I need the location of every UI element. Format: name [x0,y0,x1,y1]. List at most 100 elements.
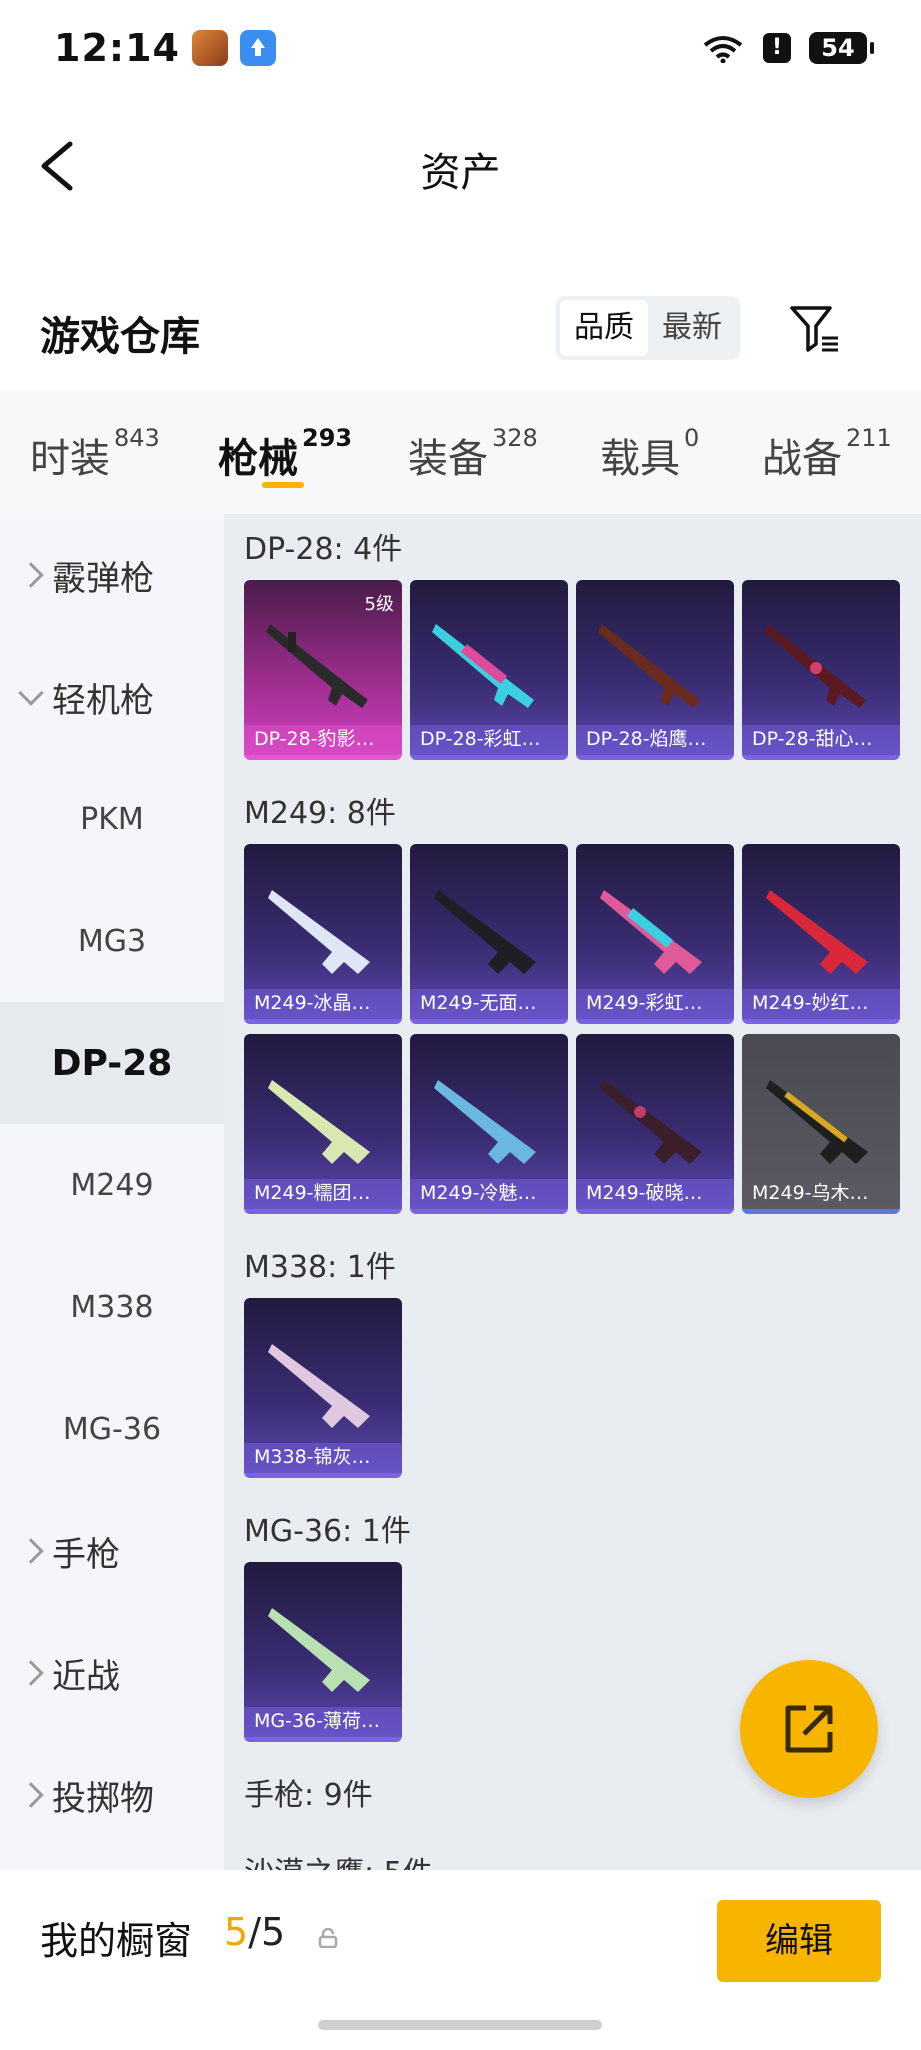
section-title: 手枪: 9件 [244,1778,373,1813]
item-name: DP-28-焰鹰… [576,725,734,755]
sidebar-item-pkm[interactable]: PKM [0,758,224,880]
item-name: M249-冷魅… [410,1179,568,1209]
sidebar-item-label: 投掷物 [52,1778,154,1819]
chevron-right-icon [18,1660,44,1686]
tab-label: 时装 [30,436,110,482]
gun-image [598,624,700,708]
wifi-icon [703,36,743,63]
chevron-right-icon [18,1782,44,1808]
upload-app-icon [239,30,276,66]
gun-image [268,1608,370,1692]
active-tab-indicator [262,482,304,488]
home-indicator[interactable] [318,2020,602,2030]
sidebar-item-label: 霰弹枪 [52,558,154,599]
sidebar-item-m338[interactable]: M338 [0,1246,224,1368]
status-bar: 12:14 ! 54 [0,0,921,96]
showcase-total: 5 [261,1910,286,1954]
showcase-current: 5 [224,1910,249,1954]
page-title: 资产 [420,150,501,196]
tab-count: 0 [684,424,700,452]
sidebar-item-mg36[interactable]: MG-36 [0,1368,224,1490]
gun-image [268,1344,370,1428]
sidebar-item-pistol[interactable]: 手枪 [0,1490,224,1612]
showcase-title: 我的橱窗 [40,1919,193,1963]
tab-tactical[interactable]: 战备 211 [762,424,892,484]
item-card[interactable]: DP-28-彩虹… [410,580,568,760]
chevron-right-icon [18,562,44,588]
tab-count: 293 [302,424,353,452]
item-name: M249-乌木… [742,1179,900,1209]
sidebar-item-mg3[interactable]: MG3 [0,880,224,1002]
sidebar-item-lmg[interactable]: 轻机枪 [0,636,224,758]
item-card[interactable]: M249-乌木… [742,1034,900,1214]
tab-label: 战备 [762,436,842,482]
section-title: MG-36: 1件 [244,1514,411,1549]
item-name: DP-28-豹影… [244,725,402,755]
battery-indicator: 54 [809,32,874,64]
sidebar-item-melee[interactable]: 近战 [0,1612,224,1734]
tab-label: 枪械 [218,436,298,482]
game-app-icon [191,30,228,66]
sidebar-item-shotgun[interactable]: 霰弹枪 [0,514,224,636]
section-title: M338: 1件 [244,1250,396,1285]
sidebar-item-label: 近战 [52,1656,120,1697]
item-name: MG-36-薄荷… [244,1707,402,1737]
showcase-bar: 我的橱窗 5/5 编辑 [0,1870,921,2010]
gun-image [766,1080,868,1164]
warehouse-title: 游戏仓库 [40,314,200,360]
gun-image [764,624,866,708]
item-card[interactable]: M249-糯团… [244,1034,402,1214]
alert-icon: ! [763,33,791,63]
gun-image [268,1080,370,1164]
item-name: DP-28-彩虹… [410,725,568,755]
warehouse-row: 游戏仓库 品质 最新 [0,290,921,370]
item-name: DP-28-甜心… [742,725,900,755]
sort-option-quality[interactable]: 品质 [560,300,648,356]
lock-icon [318,1928,338,1948]
item-card[interactable]: M249-妙红… [742,844,900,1024]
item-card[interactable]: DP-28-甜心… [742,580,900,760]
item-name: M338-锦灰… [244,1443,402,1473]
gun-image [434,1080,536,1164]
item-card[interactable]: M249-无面… [410,844,568,1024]
tab-equipment[interactable]: 装备 328 [408,424,538,484]
item-name: M249-糯团… [244,1179,402,1209]
tab-count: 843 [114,424,160,452]
gun-image [434,890,536,974]
showcase-count: 5/5 [224,1910,285,1954]
section-title: DP-28: 4件 [244,532,403,567]
item-card[interactable]: M249-彩虹… [576,844,734,1024]
item-card[interactable]: M249-冰晶… [244,844,402,1024]
tab-firearms[interactable]: 枪械 293 [218,424,353,484]
item-card[interactable]: MG-36-薄荷… [244,1562,402,1742]
tab-count: 328 [492,424,538,452]
sort-toggle: 品质 最新 [556,296,740,360]
item-name: M249-破晓… [576,1179,734,1209]
sort-option-newest[interactable]: 最新 [648,300,736,356]
sidebar-item-label: 手枪 [52,1534,120,1575]
tab-label: 装备 [408,436,488,482]
sidebar-item-dp28[interactable]: DP-28 [0,1002,224,1124]
item-name: M249-冰晶… [244,989,402,1019]
chevron-right-icon [18,1538,44,1564]
sidebar-item-m249[interactable]: M249 [0,1124,224,1246]
sidebar-item-throwables[interactable]: 投掷物 [0,1734,224,1856]
status-time: 12:14 [54,26,180,70]
tab-vehicles[interactable]: 载具 0 [600,424,700,484]
weapon-category-sidebar: 霰弹枪 轻机枪 PKM MG3 DP-28 M249 M338 MG-36 手枪… [0,514,224,1870]
item-card[interactable]: M249-破晓… [576,1034,734,1214]
item-card[interactable]: M249-冷魅… [410,1034,568,1214]
item-card[interactable]: M338-锦灰… [244,1298,402,1478]
sidebar-item-label: 轻机枪 [52,680,154,721]
top-header: 资产 [0,110,921,220]
edit-button[interactable]: 编辑 [717,1900,881,1982]
tab-costume[interactable]: 时装 843 [30,424,160,484]
gun-image [600,1080,702,1164]
item-name: M249-无面… [410,989,568,1019]
item-card[interactable]: 5级 DP-28-豹影… [244,580,402,760]
chevron-down-icon [18,680,44,706]
item-card[interactable]: DP-28-焰鹰… [576,580,734,760]
category-tabs: 时装 843 枪械 293 装备 328 载具 0 战备 211 [0,390,921,514]
share-button[interactable] [740,1660,878,1798]
filter-icon[interactable] [786,300,842,356]
